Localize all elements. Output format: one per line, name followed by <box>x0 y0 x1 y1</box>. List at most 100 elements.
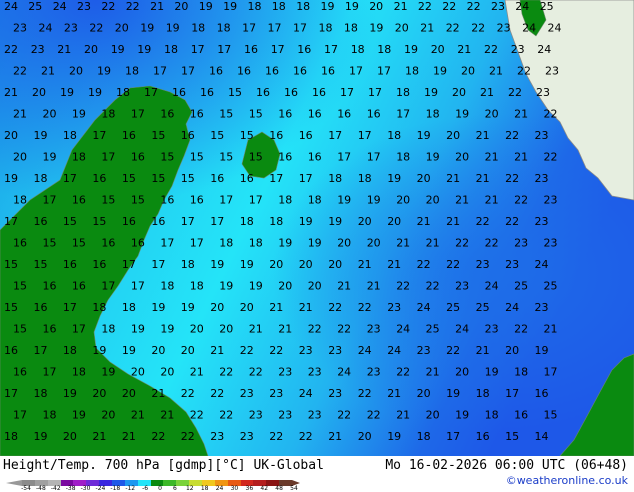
contour-value-label: 17 <box>358 129 372 142</box>
contour-value-label: 21 <box>122 430 136 443</box>
contour-value-label: 18 <box>319 22 333 35</box>
contour-value-label: 16 <box>308 151 322 164</box>
contour-value-label: 22 <box>446 344 460 357</box>
contour-value-label: 17 <box>324 43 338 56</box>
contour-value-label: 18 <box>34 387 48 400</box>
contour-value-label: 20 <box>446 129 460 142</box>
contour-value-label: 23 <box>13 22 27 35</box>
contour-value-label: 18 <box>217 22 231 35</box>
contour-value-label: 23 <box>278 366 292 379</box>
contour-value-label: 20 <box>369 0 383 13</box>
contour-value-label: 24 <box>515 0 529 13</box>
contour-value-label: 16 <box>72 280 86 293</box>
contour-value-label: 21 <box>328 430 342 443</box>
contour-value-label: 19 <box>140 22 154 35</box>
contour-value-label: 17 <box>268 22 282 35</box>
contour-value-label: 15 <box>249 108 263 121</box>
contour-value-label: 22 <box>517 65 531 78</box>
contour-value-label: 22 <box>219 409 233 422</box>
contour-value-label: 22 <box>219 366 233 379</box>
credit-link[interactable]: ©weatheronline.co.uk <box>506 474 628 487</box>
contour-value-label: 18 <box>43 409 57 422</box>
contour-value-label: 24 <box>537 43 551 56</box>
colorbar-label: -42 <box>50 485 61 492</box>
contour-value-label: 19 <box>60 86 74 99</box>
contour-value-label: 20 <box>219 323 233 336</box>
contour-value-label: 17 <box>544 366 558 379</box>
contour-value-label: 16 <box>13 366 27 379</box>
contour-value-label: 18 <box>248 0 262 13</box>
contour-value-label: 25 <box>28 0 42 13</box>
contour-value-label: 20 <box>69 65 83 78</box>
contour-value-label: 19 <box>417 129 431 142</box>
contour-value-label: 16 <box>514 409 528 422</box>
contour-value-label: 18 <box>396 86 410 99</box>
contour-value-label: 18 <box>249 237 263 250</box>
contour-value-label: 15 <box>151 129 165 142</box>
contour-value-label: 21 <box>485 151 499 164</box>
contour-value-label: 22 <box>89 22 103 35</box>
contour-value-label: 20 <box>181 344 195 357</box>
contour-value-label: 22 <box>210 387 224 400</box>
contour-value-label: 16 <box>293 65 307 78</box>
contour-value-label: 18 <box>72 151 86 164</box>
contour-value-label: 19 <box>299 215 313 228</box>
contour-value-label: 15 <box>219 151 233 164</box>
contour-value-label: 19 <box>166 22 180 35</box>
contour-value-label: 19 <box>137 43 151 56</box>
contour-value-label: 18 <box>164 43 178 56</box>
contour-value-label: 20 <box>32 86 46 99</box>
contour-value-label: 16 <box>240 172 254 185</box>
colorbar-label: -30 <box>80 485 91 492</box>
contour-value-label: 16 <box>181 129 195 142</box>
contour-value-label: 16 <box>367 108 381 121</box>
contour-value-label: 17 <box>249 194 263 207</box>
contour-value-label: 17 <box>269 172 283 185</box>
contour-value-label: 15 <box>228 86 242 99</box>
contour-value-label: 19 <box>92 344 106 357</box>
contour-value-label: 21 <box>446 215 460 228</box>
contour-value-label: 19 <box>199 0 213 13</box>
contour-value-label: 18 <box>278 194 292 207</box>
contour-value-label: 16 <box>172 86 186 99</box>
colorbar-label: -12 <box>125 485 136 492</box>
contour-value-label: 18 <box>181 258 195 271</box>
contour-value-label: 19 <box>34 129 48 142</box>
contour-value-label: 17 <box>505 387 519 400</box>
contour-value-label: 16 <box>131 151 145 164</box>
contour-value-label: 23 <box>77 0 91 13</box>
contour-value-label: 16 <box>63 258 77 271</box>
contour-value-label: 17 <box>217 43 231 56</box>
contour-value-label: 24 <box>396 323 410 336</box>
contour-value-label: 18 <box>405 65 419 78</box>
contour-value-label: 24 <box>4 0 18 13</box>
contour-value-label: 17 <box>271 43 285 56</box>
contour-value-label: 17 <box>160 237 174 250</box>
contour-value-label: 20 <box>122 387 136 400</box>
contour-value-label: 20 <box>417 172 431 185</box>
contour-value-label: 17 <box>72 323 86 336</box>
contour-value-label: 16 <box>190 194 204 207</box>
contour-value-label: 20 <box>278 280 292 293</box>
contour-value-label: 21 <box>426 237 440 250</box>
contour-value-label: 18 <box>476 387 490 400</box>
colorbar-label: 42 <box>260 485 269 492</box>
contour-value-label: 23 <box>417 344 431 357</box>
contour-value-label: 15 <box>4 301 18 314</box>
contour-value-label: 23 <box>544 237 558 250</box>
contour-value-label: 16 <box>160 194 174 207</box>
contour-value-label: 21 <box>269 301 283 314</box>
contour-value-label: 18 <box>396 151 410 164</box>
contour-value-label: 23 <box>535 129 549 142</box>
contour-value-label: 22 <box>396 280 410 293</box>
colorbar-label: 18 <box>200 485 209 492</box>
contour-value-label: 21 <box>41 65 55 78</box>
contour-value-label: 22 <box>249 366 263 379</box>
contour-value-label: 16 <box>34 215 48 228</box>
contour-value-label: 18 <box>272 0 286 13</box>
temperature-map: 24 25 24 23 22 22 21 20 19 19 18 18 18 19 19 20 21 22 22 22… <box>0 0 634 456</box>
contour-value-label: 23 <box>485 323 499 336</box>
contour-value-label: 17 <box>328 129 342 142</box>
contour-value-label: 20 <box>299 258 313 271</box>
contour-value-label: 19 <box>111 43 125 56</box>
